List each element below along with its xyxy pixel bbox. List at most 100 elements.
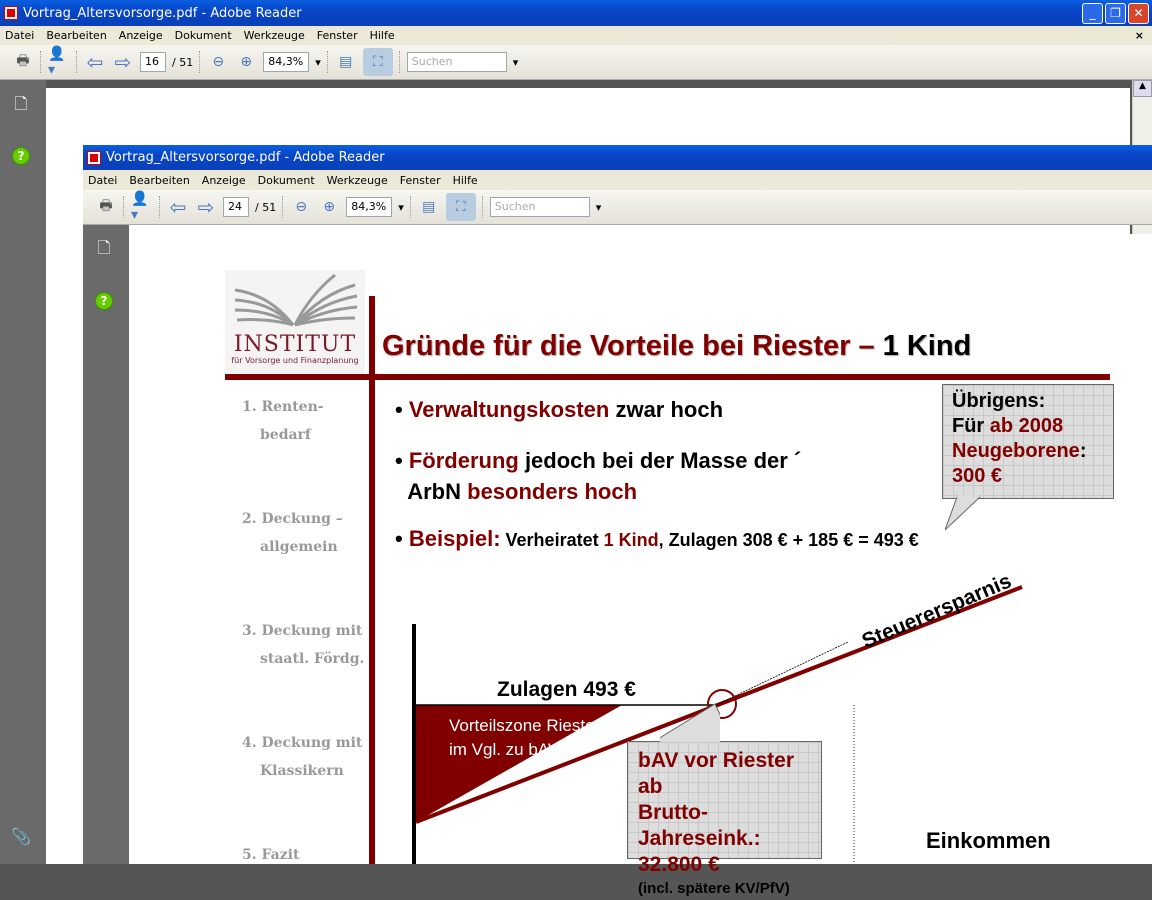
threshold-line2: Brutto-Jahreseink.: — [638, 801, 761, 850]
zoom-dropdown-icon[interactable]: ▾ — [315, 56, 321, 69]
slide-title: Gründe für die Vorteile bei Riester – 1 … — [382, 330, 971, 363]
print-icon[interactable]: 🖶 — [95, 197, 117, 217]
menu-hilfe[interactable]: Hilfe — [453, 174, 478, 187]
threshold-callout: bAV vor Riester ab Brutto-Jahreseink.: 3… — [627, 741, 822, 897]
menu-anzeige[interactable]: Anzeige — [119, 29, 163, 42]
zoom-input[interactable]: 84,3% — [346, 197, 393, 217]
next-page-icon[interactable]: ⇨ — [195, 195, 217, 219]
pages-icon[interactable]: 🗋 — [12, 94, 30, 116]
menu-anzeige[interactable]: Anzeige — [202, 174, 246, 187]
zone-line2: im Vgl. zu bAV — [449, 740, 560, 759]
slide-title-kind: 1 Kind — [882, 330, 972, 362]
search-input[interactable]: Suchen — [406, 52, 507, 72]
threshold-callout-pointer — [660, 703, 720, 742]
prev-page-icon[interactable]: ⇦ — [167, 195, 189, 219]
outer-menu-bar: Datei Bearbeiten Anzeige Dokument Werkze… — [0, 26, 1152, 45]
vertical-divider — [369, 296, 375, 864]
nav-item-1-line2[interactable]: bedarf — [242, 421, 364, 449]
note-amount: 300 € — [952, 465, 1003, 487]
prev-page-icon[interactable]: ⇦ — [84, 50, 106, 74]
page-number-input[interactable]: 24 — [223, 197, 249, 217]
zulagen-label: Zulagen 493 € — [497, 678, 636, 701]
fit-page-icon[interactable]: ⛶ — [445, 193, 476, 221]
nav-item-3-active[interactable]: 3. Deckung mit — [242, 617, 364, 645]
scroll-up-icon[interactable]: ▲ — [1133, 80, 1152, 97]
menu-bearbeiten[interactable]: Bearbeiten — [129, 174, 189, 187]
note-colon: : — [1079, 440, 1087, 462]
nav-item-3-line2[interactable]: staatl. Fördg. — [242, 645, 364, 673]
zoom-input[interactable]: 84,3% — [263, 52, 310, 72]
nav-item-1[interactable]: 1. Renten- — [242, 393, 364, 421]
tax-savings-line — [715, 641, 849, 706]
bullet-2-text2: ArbN — [407, 479, 468, 504]
nav-item-5[interactable]: 5. Fazit — [242, 841, 364, 869]
collaborate-icon[interactable]: 👤▾ — [131, 191, 153, 223]
bullet-2: • Förderung jedoch bei der Masse der ´ A… — [395, 448, 802, 504]
menu-werkzeuge[interactable]: Werkzeuge — [327, 174, 388, 187]
institute-logo: INSTITUT für Vorsorge und Finanzplanung — [225, 270, 365, 375]
zoom-dropdown-icon[interactable]: ▾ — [398, 201, 404, 214]
menu-dokument[interactable]: Dokument — [258, 174, 315, 187]
menu-datei[interactable]: Datei — [5, 29, 34, 42]
close-button[interactable]: ✕ — [1128, 2, 1149, 24]
zoom-out-icon[interactable]: ⊖ — [207, 52, 229, 72]
menu-bearbeiten[interactable]: Bearbeiten — [46, 29, 106, 42]
fit-width-icon[interactable]: ▤ — [335, 52, 357, 72]
bullet-3: • Beispiel: Verheiratet 1 Kind, Zulagen … — [395, 526, 919, 551]
close-document-button[interactable]: × — [1135, 29, 1144, 42]
slide-title-main: Gründe für die Vorteile bei Riester – — [382, 330, 883, 362]
collaborate-icon[interactable]: 👤▾ — [48, 46, 70, 78]
menu-dokument[interactable]: Dokument — [175, 29, 232, 42]
outer-title-bar: Vortrag_Altersvorsorge.pdf - Adobe Reade… — [0, 0, 1152, 26]
nav-item-2[interactable]: 2. Deckung – — [242, 505, 364, 533]
logo-name: INSTITUT — [233, 332, 357, 357]
attachment-icon[interactable]: 📎 — [11, 826, 31, 846]
next-page-icon[interactable]: ⇨ — [112, 50, 134, 74]
page-number-input[interactable]: 16 — [140, 52, 166, 72]
zoom-out-icon[interactable]: ⊖ — [290, 197, 312, 217]
restore-button[interactable]: ❐ — [1105, 2, 1126, 24]
menu-datei[interactable]: Datei — [88, 174, 117, 187]
title-underline — [225, 374, 1110, 380]
slide-nav: 1. Renten-bedarf 2. Deckung – allgemein 3… — [242, 393, 364, 869]
nav-item-4[interactable]: 4. Deckung mit — [242, 729, 364, 757]
note-line1: Übrigens: — [952, 390, 1046, 412]
menu-fenster[interactable]: Fenster — [317, 29, 358, 42]
search-dropdown-icon[interactable]: ▾ — [596, 201, 602, 214]
search-dropdown-icon[interactable]: ▾ — [513, 56, 519, 69]
logo-subtitle: für Vorsorge und Finanzplanung — [231, 356, 359, 365]
income-axis-label: Einkommen — [926, 828, 1051, 853]
inner-sidebar: 🗋 ? — [83, 225, 129, 864]
note-line3: Neugeborene — [952, 440, 1080, 462]
nav-item-2-line2[interactable]: allgemein — [242, 533, 364, 561]
print-icon[interactable]: 🖶 — [12, 52, 34, 72]
help-icon[interactable]: ? — [95, 292, 113, 310]
zoom-in-icon[interactable]: ⊕ — [235, 52, 257, 72]
fit-width-icon[interactable]: ▤ — [418, 197, 440, 217]
bullet-2-key: Förderung — [408, 448, 519, 473]
nav-item-4-line2[interactable]: Klassikern — [242, 757, 364, 785]
pages-icon[interactable]: 🗋 — [95, 238, 113, 260]
zone-line1: Vorteilszone Riester — [449, 716, 601, 735]
inner-menu-bar: Datei Bearbeiten Anzeige Dokument Werkze… — [83, 170, 1152, 190]
fit-page-icon[interactable]: ⛶ — [362, 48, 393, 76]
menu-werkzeuge[interactable]: Werkzeuge — [244, 29, 305, 42]
note-callout: Übrigens: Für ab 2008 Neugeborene: 300 € — [942, 384, 1114, 499]
bullet-3-amounts: , Zulagen 308 € + 185 € = 493 € — [658, 530, 919, 550]
page-total: / 51 — [172, 55, 194, 69]
help-icon[interactable]: ? — [12, 147, 30, 165]
advantage-zone-label: Vorteilszone Riester im Vgl. zu bAV — [449, 714, 600, 762]
menu-hilfe[interactable]: Hilfe — [370, 29, 395, 42]
inner-title-bar: Vortrag_Altersvorsorge.pdf - Adobe Reade… — [83, 145, 1152, 170]
bullet-2-text: jedoch bei der Masse der ´ — [518, 448, 802, 473]
minimize-button[interactable]: _ — [1082, 2, 1103, 24]
menu-fenster[interactable]: Fenster — [400, 174, 441, 187]
bullet-1-text: zwar hoch — [609, 397, 724, 422]
search-input[interactable]: Suchen — [489, 197, 590, 217]
bullet-1-key: Verwaltungskosten — [408, 397, 610, 422]
zoom-in-icon[interactable]: ⊕ — [318, 197, 340, 217]
pdf-icon — [4, 6, 18, 20]
inner-toolbar: 🖶 👤▾ ⇦ ⇨ 24 / 51 ⊖ ⊕ 84,3% ▾ ▤ ⛶ Suchen ▾ — [83, 190, 1152, 225]
bullet-3-key: Beispiel: — [408, 526, 501, 551]
bullet-1: • Verwaltungskosten zwar hoch — [395, 397, 724, 422]
